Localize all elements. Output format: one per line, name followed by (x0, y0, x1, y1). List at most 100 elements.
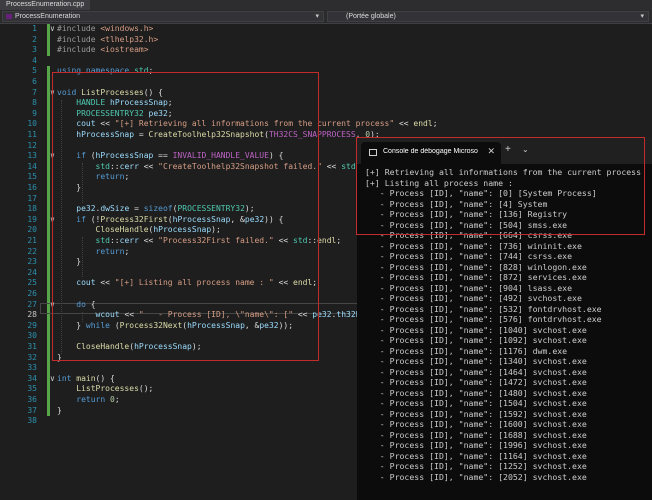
code-text: return; (95, 246, 130, 256)
line-number: 10 (27, 119, 37, 129)
console-line: - Process [ID], "name": [1252] svchost.e… (365, 461, 587, 471)
code-text: } (57, 183, 82, 192)
line-number: 23 (27, 257, 37, 267)
console-tab[interactable]: Console de débogage Microso ✕ (361, 142, 501, 164)
console-line: - Process [ID], "name": [492] svchost.ex… (365, 293, 582, 303)
code-text: using namespace std; (57, 66, 154, 76)
console-line: - Process [ID], "name": [1688] svchost.e… (365, 429, 587, 440)
code-line[interactable]: 5 using namespace std; (0, 66, 652, 77)
console-line: - Process [ID], "name": [872] services.e… (365, 272, 587, 282)
line-number: 20 (27, 225, 37, 235)
line-number: 12 (27, 140, 37, 150)
console-line: - Process [ID], "name": [136] Registry (365, 209, 568, 219)
line-number: 7 (32, 87, 37, 97)
document-tab[interactable]: ProcessEnumeration.cpp (0, 0, 91, 10)
line-number: 21 (27, 236, 37, 245)
debug-console-window[interactable]: Console de débogage Microso ✕ + ⌄ [+] Re… (357, 138, 652, 500)
code-line[interactable]: 6 (0, 77, 652, 88)
line-number: 32 (27, 352, 37, 362)
console-line: - Process [ID], "name": [1480] svchost.e… (365, 387, 587, 398)
code-text: wcout << " - Process [ID], \"name\": [" … (95, 310, 399, 320)
line-number: 13 (27, 151, 37, 161)
line-number: 11 (27, 130, 37, 139)
line-number: 8 (32, 98, 37, 108)
code-text: std::cerr << "CreateToolhelp32Snapshot f… (95, 161, 390, 171)
console-line: - Process [ID], "name": [1340] svchost.e… (365, 356, 587, 366)
code-text: HANDLE hProcessSnap; (76, 98, 173, 108)
project-dropdown[interactable]: ProcessEnumeration ▾ (2, 11, 324, 22)
document-tab-bar: ProcessEnumeration.cpp (0, 0, 652, 10)
console-line: - Process [ID], "name": [1464] svchost.e… (365, 366, 587, 377)
code-line[interactable]: 3 #include <iostream> (0, 45, 652, 56)
console-line: [+] Listing all process name : (365, 177, 513, 188)
line-number: 15 (27, 172, 37, 182)
code-line[interactable]: 1 ∨ #include <windows.h> (0, 24, 652, 35)
console-output: [+] Retrieving all informations from the… (365, 167, 652, 482)
code-text: cout << "[+] Retrieving all informations… (76, 119, 438, 129)
code-line[interactable]: 2 #include <tlhelp32.h> (0, 35, 652, 46)
console-line: [+] Retrieving all informations from the… (365, 167, 642, 177)
console-line: - Process [ID], "name": [1472] svchost.e… (365, 377, 587, 387)
line-number: 30 (27, 331, 37, 341)
line-number: 17 (27, 193, 37, 203)
chevron-down-icon[interactable]: ⌄ (522, 145, 529, 154)
code-text: void ListProcesses() { (57, 87, 163, 97)
console-titlebar: Console de débogage Microso ✕ + ⌄ (357, 138, 652, 164)
line-number: 22 (27, 246, 37, 256)
line-number: 29 (27, 320, 37, 330)
close-icon[interactable]: ✕ (487, 146, 495, 157)
line-number: 37 (27, 405, 37, 415)
line-number: 34 (27, 373, 37, 383)
code-text: } (57, 257, 82, 267)
console-line: - Process [ID], "name": [664] csrss.exe (365, 230, 573, 240)
fold-toggle-icon[interactable]: ∨ (50, 24, 55, 35)
code-text: #include <tlhelp32.h> (57, 34, 159, 44)
console-line: - Process [ID], "name": [2052] svchost.e… (365, 471, 587, 482)
line-number: 19 (27, 214, 37, 224)
fold-toggle-icon[interactable]: ∨ (50, 374, 55, 385)
code-text: PROCESSENTRY32 pe32; (76, 108, 173, 118)
line-number: 2 (32, 34, 37, 44)
code-text: CloseHandle(hProcessSnap); (76, 342, 202, 351)
code-text: #include <iostream> (57, 45, 149, 55)
navigation-bar: ProcessEnumeration ▾ (Portée globale) ▾ (0, 10, 652, 24)
fold-toggle-icon[interactable]: ∨ (50, 88, 55, 99)
console-line: - Process [ID], "name": [1600] svchost.e… (365, 419, 587, 429)
console-line: - Process [ID], "name": [1504] svchost.e… (365, 398, 587, 408)
code-line[interactable]: 9 PROCESSENTRY32 pe32; (0, 109, 652, 120)
line-number: 14 (27, 161, 37, 171)
console-line: - Process [ID], "name": [744] csrss.exe (365, 251, 573, 261)
code-text: } while (Process32Next(hProcessSnap, &pe… (57, 320, 294, 330)
line-number: 25 (27, 278, 37, 288)
console-line: - Process [ID], "name": [1996] svchost.e… (365, 440, 587, 450)
console-line: - Process [ID], "name": [576] fontdrvhos… (365, 314, 602, 324)
console-line: - Process [ID], "name": [904] lsass.exe (365, 282, 573, 293)
line-number: 38 (27, 416, 37, 426)
console-line: - Process [ID], "name": [1592] svchost.e… (365, 408, 587, 419)
line-number: 27 (27, 299, 37, 309)
code-line[interactable]: 4 (0, 56, 652, 67)
code-text: } (57, 352, 62, 362)
fold-toggle-icon[interactable]: ∨ (50, 151, 55, 162)
console-line: - Process [ID], "name": [4] System (365, 198, 548, 209)
code-line[interactable]: 8 HANDLE hProcessSnap; (0, 98, 652, 109)
line-number: 4 (32, 55, 37, 65)
code-line[interactable]: 7 ∨ void ListProcesses() { (0, 88, 652, 99)
scope-dropdown[interactable]: (Portée globale) ▾ (327, 11, 649, 22)
console-line: - Process [ID], "name": [0] [System Proc… (365, 188, 597, 198)
console-line: - Process [ID], "name": [1164] svchost.e… (365, 450, 587, 461)
line-number: 24 (27, 267, 37, 277)
console-line: - Process [ID], "name": [1176] dwm.exe (365, 345, 568, 356)
code-text: if (!Process32First(hProcessSnap, &pe32)… (76, 214, 284, 224)
code-text: return 0; (76, 395, 120, 404)
new-tab-button[interactable]: + (505, 144, 511, 155)
console-line: - Process [ID], "name": [736] wininit.ex… (365, 240, 582, 251)
code-text: std::cerr << "Process32First failed." <<… (95, 236, 342, 245)
code-line[interactable]: 10 cout << "[+] Retrieving all informati… (0, 119, 652, 130)
line-number: 1 (32, 24, 37, 33)
console-line: - Process [ID], "name": [532] fontdrvhos… (365, 303, 602, 314)
fold-toggle-icon[interactable]: ∨ (50, 215, 55, 226)
code-text: #include <windows.h> (57, 24, 154, 33)
code-text: hProcessSnap = CreateToolhelp32Snapshot(… (76, 130, 380, 139)
fold-toggle-icon[interactable]: ∨ (50, 300, 55, 311)
